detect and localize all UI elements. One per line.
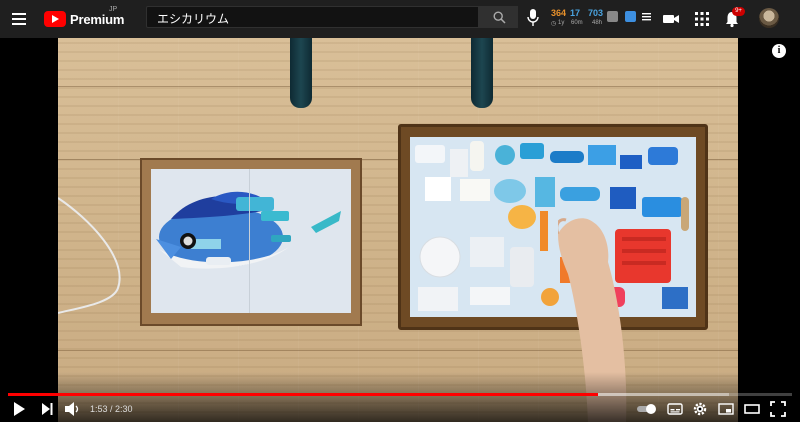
youtube-play-logo-icon bbox=[44, 11, 66, 27]
logo-region-code: JP bbox=[109, 6, 118, 13]
account-avatar[interactable] bbox=[759, 8, 779, 28]
play-icon[interactable] bbox=[12, 401, 26, 417]
list-icon[interactable] bbox=[641, 11, 652, 22]
info-icon[interactable]: i bbox=[772, 44, 786, 58]
next-video-icon[interactable] bbox=[40, 401, 54, 417]
autoplay-toggle[interactable] bbox=[636, 401, 658, 417]
apps-grid-icon[interactable] bbox=[693, 10, 711, 28]
notifications-badge: 9+ bbox=[732, 7, 745, 16]
extension-stats-widget[interactable]: 364 ◷ 1y 17 60m 703 48h bbox=[545, 8, 655, 32]
search-box[interactable] bbox=[146, 6, 479, 28]
volume-icon[interactable] bbox=[64, 401, 80, 417]
stat-2-period: 60m bbox=[571, 20, 583, 26]
video-frame bbox=[58, 38, 738, 422]
settings-gear-icon[interactable] bbox=[692, 401, 708, 417]
clock-icon: ◷ bbox=[551, 21, 557, 27]
chart-icon[interactable] bbox=[607, 11, 618, 22]
miniplayer-icon[interactable] bbox=[718, 401, 734, 417]
time-display: 1:53 / 2:30 bbox=[90, 404, 133, 414]
stat-2-value: 17 bbox=[570, 8, 581, 18]
chair-leg-right bbox=[471, 38, 493, 108]
plastic-pieces-tray bbox=[398, 124, 708, 330]
theater-mode-icon[interactable] bbox=[744, 401, 760, 417]
chair-leg-left bbox=[290, 38, 312, 108]
stat-3-period: 48h bbox=[592, 20, 603, 26]
search-input[interactable] bbox=[155, 10, 459, 26]
progress-played bbox=[8, 393, 599, 396]
subtitles-icon[interactable] bbox=[667, 401, 683, 417]
fish-collage bbox=[151, 169, 351, 313]
fish-collage-frame bbox=[140, 158, 362, 326]
power-cord bbox=[58, 197, 121, 314]
stat-1-period: 1y bbox=[558, 20, 565, 26]
logo-text: Premium bbox=[70, 11, 125, 27]
search-button[interactable] bbox=[479, 6, 518, 28]
fullscreen-icon[interactable] bbox=[770, 401, 786, 417]
hamburger-menu-icon[interactable] bbox=[12, 10, 30, 28]
play-panel-icon[interactable] bbox=[625, 11, 636, 22]
tray-handle bbox=[681, 197, 689, 231]
video-player[interactable]: i bbox=[0, 38, 800, 422]
masthead: Premium JP 364 ◷ 1y 17 60m 703 48h bbox=[0, 0, 800, 38]
info-label: i bbox=[777, 45, 781, 56]
sorted-plastic-pieces bbox=[410, 137, 696, 317]
progress-bar[interactable] bbox=[8, 393, 792, 396]
stat-1-value: 364 bbox=[551, 8, 567, 18]
create-video-icon[interactable] bbox=[662, 10, 680, 28]
microphone-icon[interactable] bbox=[527, 9, 539, 27]
stat-3-value: 703 bbox=[588, 8, 604, 18]
search-icon bbox=[493, 11, 506, 24]
